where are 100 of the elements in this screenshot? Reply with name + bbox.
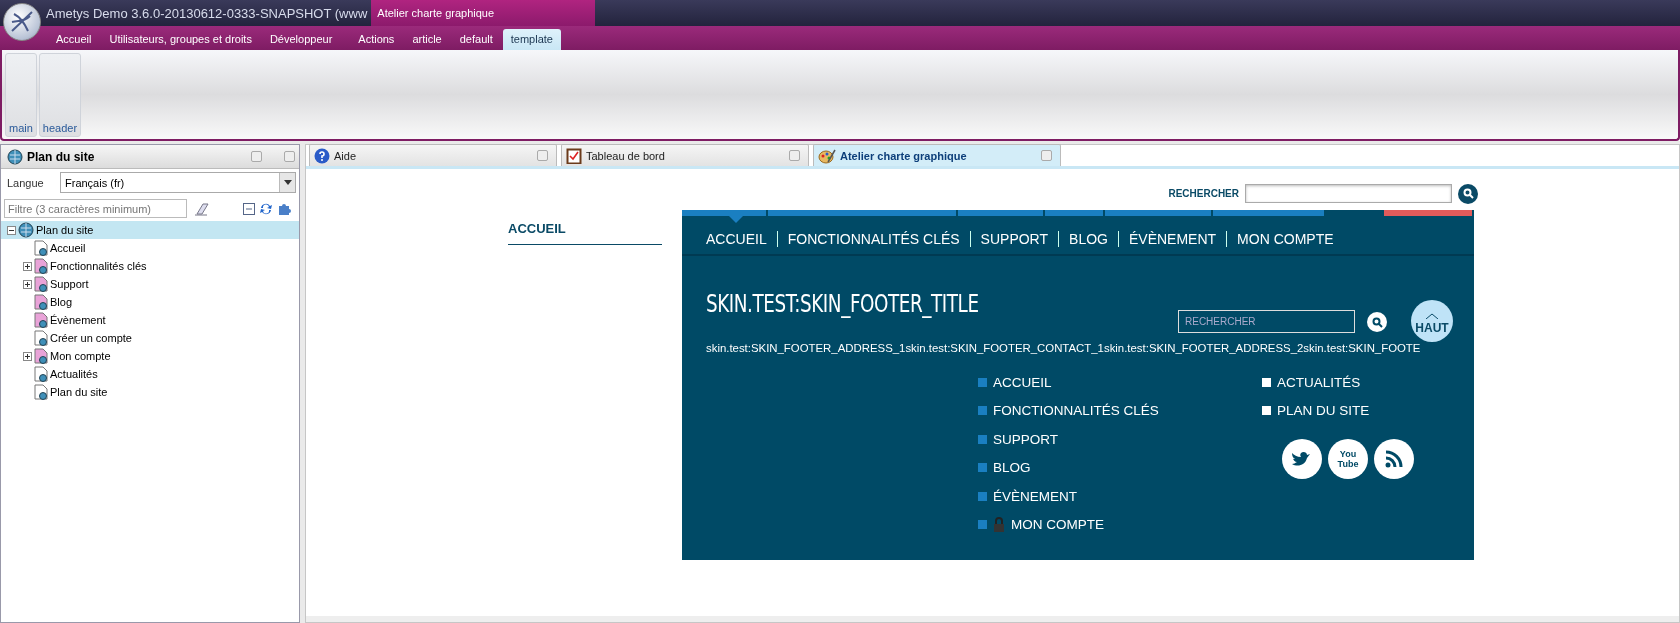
nav-link[interactable]: ACCUEIL bbox=[696, 231, 777, 247]
expand-icon[interactable] bbox=[23, 261, 32, 271]
app-logo[interactable] bbox=[3, 3, 41, 41]
square-bullet bbox=[978, 406, 987, 416]
ribbon-tab[interactable]: article bbox=[404, 29, 450, 50]
ribbon-button[interactable]: main bbox=[5, 53, 37, 137]
square-bullet bbox=[978, 491, 987, 501]
globe-icon bbox=[18, 222, 34, 238]
tree-row[interactable]: Plan du site bbox=[1, 221, 299, 239]
video-logo[interactable]: You Tube bbox=[1328, 439, 1368, 479]
expand-icon[interactable] bbox=[23, 351, 32, 361]
footer-address: skin.test:SKIN_FOOTER_ADDRESS_1skin.test:SKIN_FOOTER_CONTACT_1skin.test:SKIN_FOOTER_ADDRESS_2skin.test:SKIN_FOOTE bbox=[706, 342, 1422, 354]
square-bullet bbox=[978, 434, 987, 444]
footer-search-field[interactable]: RECHERCHER bbox=[1178, 310, 1355, 333]
square-bullet bbox=[978, 463, 987, 473]
footer-link[interactable]: ACTUALITÉS bbox=[1262, 368, 1414, 397]
restricted-page-icon bbox=[34, 348, 48, 364]
tree-row[interactable]: Évènement bbox=[1, 311, 299, 329]
tree-label: Actualités bbox=[50, 368, 98, 380]
nav-link[interactable]: SUPPORT bbox=[969, 231, 1059, 247]
tree-row[interactable]: Plan du site bbox=[1, 383, 299, 401]
tree-label: Accueil bbox=[50, 242, 86, 254]
ribbon-tab[interactable]: Actions bbox=[350, 29, 403, 50]
puzzle-icon[interactable] bbox=[277, 201, 292, 216]
footer-link[interactable]: SUPPORT bbox=[978, 425, 1262, 454]
page-icon bbox=[34, 330, 48, 346]
bird-icon[interactable] bbox=[1282, 439, 1322, 479]
refresh-icon[interactable] bbox=[259, 201, 273, 216]
collapse-icon[interactable] bbox=[7, 225, 16, 235]
tree-row[interactable]: Mon compte bbox=[1, 347, 299, 365]
tree-label: Support bbox=[50, 278, 89, 290]
tree-label: Évènement bbox=[50, 314, 106, 326]
filter-field[interactable]: Filtre (3 caractères minimum) bbox=[4, 199, 187, 218]
tree-label: Fonctionnalités clés bbox=[50, 260, 147, 272]
palette-icon bbox=[818, 147, 836, 164]
tree-row[interactable]: Actualités bbox=[1, 365, 299, 383]
tree-label: Mon compte bbox=[50, 350, 111, 362]
search-button[interactable] bbox=[1458, 183, 1478, 204]
context-tab-group: Atelier charte graphique bbox=[371, 0, 596, 26]
tree-row[interactable]: Blog bbox=[1, 293, 299, 311]
nav-link[interactable]: MON COMPTE bbox=[1226, 231, 1344, 247]
chevron-up-icon bbox=[1425, 313, 1439, 319]
document-tab[interactable]: Aide bbox=[309, 144, 557, 166]
nav-link[interactable]: BLOG bbox=[1058, 231, 1118, 247]
search-button[interactable] bbox=[1367, 312, 1387, 332]
footer-link[interactable]: FONCTIONNALITÉS CLÉS bbox=[978, 396, 1262, 425]
footer-title: SKIN.TEST:SKIN_FOOTER_TITLE bbox=[706, 290, 980, 318]
tree-row[interactable]: Support bbox=[1, 275, 299, 293]
restricted-page-icon bbox=[34, 294, 48, 310]
footer-link[interactable]: ACCUEIL bbox=[978, 368, 1262, 397]
footer-link[interactable]: PLAN DU SITE bbox=[1262, 396, 1414, 425]
footer-link[interactable]: BLOG bbox=[978, 453, 1262, 482]
search-field[interactable] bbox=[1245, 184, 1452, 203]
language-label: Langue bbox=[6, 176, 45, 189]
language-select[interactable]: Français (fr) bbox=[60, 172, 296, 193]
panel-title: Plan du site bbox=[27, 149, 96, 164]
globe-icon bbox=[7, 148, 23, 165]
back-to-top-button[interactable]: HAUT bbox=[1411, 300, 1453, 342]
ribbon-tab[interactable]: Utilisateurs, groupes et droits bbox=[101, 29, 260, 50]
ribbon-tab[interactable]: Accueil bbox=[48, 29, 100, 50]
rss-icon[interactable] bbox=[1374, 439, 1414, 479]
expand-icon[interactable] bbox=[23, 279, 32, 289]
page-icon bbox=[34, 366, 48, 382]
section-title: ACCUEIL bbox=[508, 221, 662, 245]
restricted-page-icon bbox=[34, 312, 48, 328]
ribbon-tab[interactable]: Développeur bbox=[261, 29, 341, 50]
ribbon-tab[interactable]: template bbox=[502, 29, 561, 50]
tree-label: Blog bbox=[50, 296, 73, 308]
ribbon-button[interactable]: header bbox=[38, 53, 82, 137]
footer-link[interactable]: ÉVÈNEMENT bbox=[978, 482, 1262, 511]
page-icon bbox=[34, 384, 48, 400]
nav-link[interactable]: ÉVÈNEMENT bbox=[1117, 231, 1227, 247]
tree-row[interactable]: Accueil bbox=[1, 239, 299, 257]
search-icon bbox=[1462, 188, 1474, 199]
tree-row[interactable]: Fonctionnalités clés bbox=[1, 257, 299, 275]
lock-icon bbox=[993, 517, 1005, 533]
square-bullet bbox=[978, 520, 987, 530]
page-icon bbox=[34, 240, 48, 256]
caret-icon bbox=[279, 173, 295, 192]
restricted-page-icon bbox=[34, 276, 48, 292]
nav-link[interactable]: FONCTIONNALITÉS CLÉS bbox=[776, 231, 970, 247]
tree-label: Créer un compte bbox=[50, 332, 132, 344]
clipboard-icon bbox=[566, 147, 582, 164]
eraser-icon[interactable] bbox=[194, 201, 210, 216]
document-tab[interactable]: Tableau de bord bbox=[561, 144, 809, 166]
ribbon-tab[interactable]: default bbox=[451, 29, 501, 50]
footer-link[interactable]: MON COMPTE bbox=[978, 510, 1262, 539]
square-bullet bbox=[978, 377, 987, 387]
square-bullet bbox=[1262, 377, 1271, 387]
document-tab[interactable]: Atelier charte graphique bbox=[813, 144, 1061, 166]
search-label: RECHERCHER bbox=[1168, 188, 1239, 199]
restricted-page-icon bbox=[34, 258, 48, 274]
window-title: Ametys Demo 3.6.0-20130612-0333-SNAPSHOT (www bbox=[46, 5, 368, 21]
collapse-all-icon[interactable] bbox=[243, 202, 255, 215]
square-bullet bbox=[1262, 406, 1271, 416]
tree-label: Plan du site bbox=[36, 224, 94, 236]
tree-label: Plan du site bbox=[50, 386, 108, 398]
help-icon bbox=[314, 147, 330, 164]
tree-row[interactable]: Créer un compte bbox=[1, 329, 299, 347]
search-icon bbox=[1371, 316, 1383, 328]
